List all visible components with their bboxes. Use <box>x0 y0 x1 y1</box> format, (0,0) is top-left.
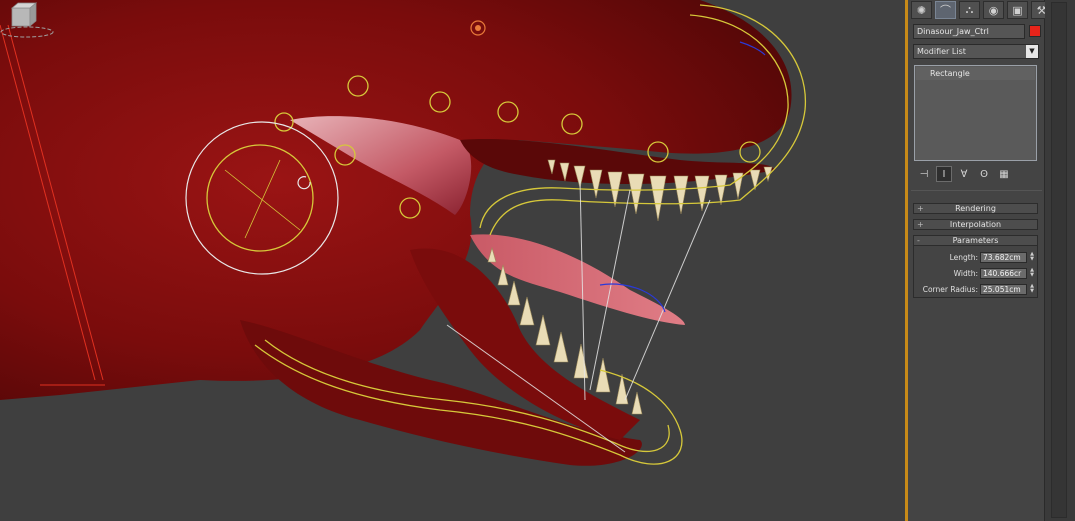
object-color-swatch[interactable] <box>1029 25 1041 37</box>
width-row: Width: 140.666cr ▲ ▼ <box>914 268 1039 280</box>
pin-stack-button[interactable]: ⊣ <box>916 166 932 182</box>
viewcube-icon[interactable] <box>0 0 58 40</box>
display-icon: ▣ <box>1012 3 1023 17</box>
length-label: Length: <box>949 253 978 262</box>
length-spinner[interactable]: ▲ ▼ <box>1029 252 1035 263</box>
parameters-rollout[interactable]: - Parameters <box>913 235 1038 246</box>
remove-modifier-button[interactable]: ʘ <box>976 166 992 182</box>
command-panel-tabs: ✺ ⌒ ⛬ ◉ ▣ ⚒ <box>911 1 1052 21</box>
hierarchy-tab[interactable]: ⛬ <box>959 1 980 19</box>
parameters-panel: Length: 73.682cm ▲ ▼ Width: 140.666cr ▲ ▼ … <box>913 246 1038 298</box>
stack-toolbar: ⊣ Ⅰ ∀ ʘ ▦ <box>916 166 1041 182</box>
hierarchy-icon: ⛬ <box>965 3 974 16</box>
motion-tab[interactable]: ◉ <box>983 1 1004 19</box>
rendering-rollout[interactable]: + Rendering <box>913 203 1038 214</box>
divider <box>911 190 1042 191</box>
modifier-list-dropdown[interactable]: Modifier List ▼ <box>913 44 1039 59</box>
object-name-field[interactable]: Dinasour_Jaw_Ctrl <box>913 24 1025 39</box>
width-spinner[interactable]: ▲ ▼ <box>1029 268 1035 279</box>
motion-icon: ◉ <box>988 3 999 17</box>
display-tab[interactable]: ▣ <box>1007 1 1028 19</box>
command-panel: ✺ ⌒ ⛬ ◉ ▣ ⚒ Dinasour_Jaw_Ctrl Modifier List ▼… <box>908 0 1052 521</box>
show-end-result-button[interactable]: Ⅰ <box>936 166 952 182</box>
modify-tab[interactable]: ⌒ <box>935 1 956 19</box>
scene-render <box>0 0 807 466</box>
modifier-stack[interactable]: Rectangle <box>914 65 1037 161</box>
rollout-label: Rendering <box>955 204 996 213</box>
corner-radius-input[interactable]: 25.051cm <box>980 284 1027 295</box>
make-unique-button[interactable]: ∀ <box>956 166 972 182</box>
width-input[interactable]: 140.666cr <box>980 268 1027 279</box>
modifier-list-label: Modifier List <box>917 47 966 56</box>
panel-scrollbar[interactable] <box>1051 2 1067 518</box>
length-input[interactable]: 73.682cm <box>980 252 1027 263</box>
interpolation-rollout[interactable]: + Interpolation <box>913 219 1038 230</box>
corner-radius-label: Corner Radius: <box>922 285 978 294</box>
modify-arc-icon: ⌒ <box>940 4 951 17</box>
create-tab[interactable]: ✺ <box>911 1 932 19</box>
max-application: ✺ ⌒ ⛬ ◉ ▣ ⚒ Dinasour_Jaw_Ctrl Modifier List ▼… <box>0 0 1075 521</box>
stack-item-rectangle[interactable]: Rectangle <box>916 67 1035 80</box>
corner-radius-spinner[interactable]: ▲ ▼ <box>1029 284 1035 295</box>
expand-icon: + <box>917 220 924 229</box>
perspective-viewport[interactable] <box>0 0 905 521</box>
sun-icon: ✺ <box>916 3 927 17</box>
dinosaur-head-mesh <box>0 0 792 400</box>
expand-icon: + <box>917 204 924 213</box>
width-label: Width: <box>953 269 978 278</box>
collapse-icon: - <box>917 236 920 245</box>
length-row: Length: 73.682cm ▲ ▼ <box>914 252 1039 264</box>
corner-radius-row: Corner Radius: 25.051cm ▲ ▼ <box>914 284 1039 296</box>
rollout-label: Parameters <box>952 236 999 245</box>
rollout-label: Interpolation <box>949 220 1002 229</box>
chevron-down-icon[interactable]: ▼ <box>1026 45 1038 58</box>
panel-scroll-strip <box>1045 0 1075 521</box>
configure-sets-button[interactable]: ▦ <box>996 166 1012 182</box>
